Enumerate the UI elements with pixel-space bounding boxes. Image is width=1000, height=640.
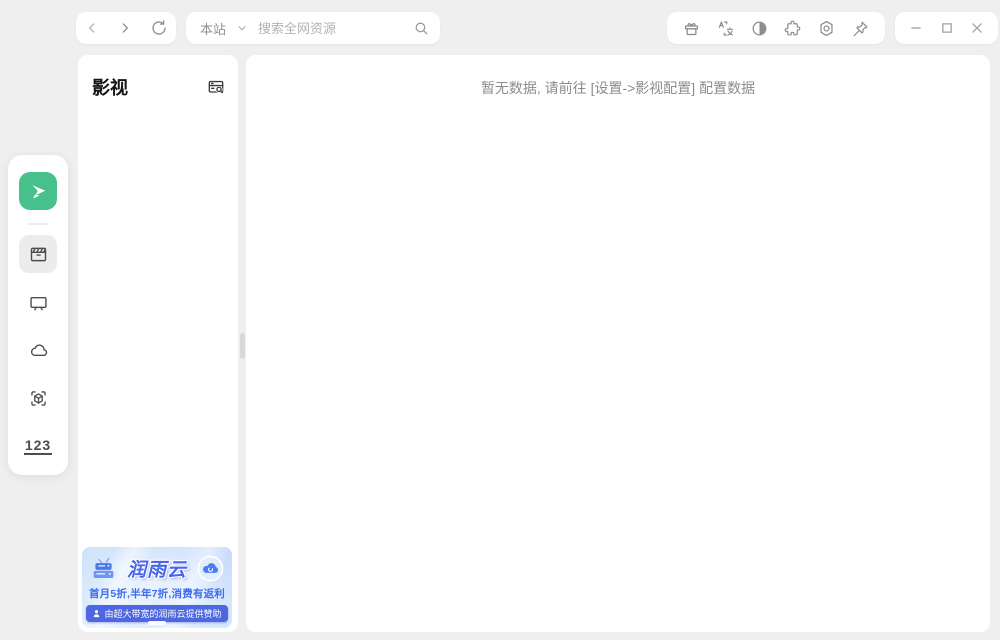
server-illustration-icon <box>90 555 117 582</box>
chevron-right-icon <box>117 20 133 36</box>
nav-button-group <box>76 12 176 44</box>
refresh-icon <box>150 19 168 37</box>
app-logo[interactable] <box>19 172 57 210</box>
close-button[interactable] <box>968 12 986 44</box>
translate-icon <box>716 19 735 38</box>
dock-item-cloud[interactable] <box>19 331 57 369</box>
sponsor-text: 由超大带宽的润雨云提供赞助 <box>104 607 221 620</box>
banner-brand: 润雨云 <box>127 555 187 582</box>
sponsor-icon <box>92 609 101 618</box>
numbers-123-icon: 123 <box>24 438 52 455</box>
dock-divider <box>28 223 48 225</box>
toolbar-actions <box>667 12 885 44</box>
content-panel: 暂无数据, 请前往 [设置->影视配置] 配置数据 <box>246 55 990 632</box>
gift-button[interactable] <box>682 12 701 44</box>
dock-item-scan-3d[interactable] <box>19 379 57 417</box>
cloud-icon <box>28 340 49 361</box>
forward-button[interactable] <box>117 12 133 44</box>
app-dock: 123 <box>8 155 68 475</box>
pin-button[interactable] <box>851 12 870 44</box>
chevron-left-icon <box>84 20 100 36</box>
dock-item-movies[interactable] <box>19 235 57 273</box>
search-icon[interactable] <box>413 12 430 44</box>
maximize-button[interactable] <box>938 12 956 44</box>
gift-icon <box>682 19 701 38</box>
chevron-down-icon[interactable] <box>236 22 248 34</box>
minimize-icon <box>907 19 925 37</box>
banner-sponsor-pill: 由超大带宽的润雨云提供赞助 <box>86 605 227 622</box>
dock-item-tv[interactable] <box>19 283 57 321</box>
movies-panel: 影视 润雨云 首月5折,半年7折,消费有返利 由超大带宽的润雨云提供赞助 <box>78 55 238 632</box>
back-button[interactable] <box>84 12 100 44</box>
banner-carousel-indicator <box>148 621 166 625</box>
window-controls <box>895 12 998 44</box>
panel-scrollbar-thumb[interactable] <box>240 333 245 359</box>
cube-scan-icon <box>28 388 49 409</box>
translate-button[interactable] <box>716 12 735 44</box>
theme-contrast-button[interactable] <box>750 12 769 44</box>
panel-header: 影视 <box>78 55 238 103</box>
puzzle-icon <box>783 19 802 38</box>
dock-item-numbers[interactable]: 123 <box>19 427 57 465</box>
cloud-badge-icon <box>197 555 224 582</box>
tv-icon <box>28 292 49 313</box>
maximize-icon <box>938 19 956 37</box>
close-icon <box>968 19 986 37</box>
promo-banner[interactable]: 润雨云 首月5折,半年7折,消费有返利 由超大带宽的润雨云提供赞助 <box>82 547 232 628</box>
search-bar: 本站 <box>186 12 440 44</box>
refresh-button[interactable] <box>150 12 168 44</box>
panel-title: 影视 <box>92 74 128 100</box>
search-scope-selector[interactable]: 本站 <box>200 19 226 38</box>
contrast-icon <box>750 19 769 38</box>
extensions-button[interactable] <box>783 12 802 44</box>
banner-promo-text: 首月5折,半年7折,消费有返利 <box>82 586 232 601</box>
empty-state-message: 暂无数据, 请前往 [设置->影视配置] 配置数据 <box>246 78 990 98</box>
minimize-button[interactable] <box>907 12 925 44</box>
archive-search-icon[interactable] <box>206 71 226 103</box>
gear-icon <box>817 19 836 38</box>
search-input[interactable] <box>258 21 413 36</box>
pin-icon <box>851 19 870 38</box>
clapperboard-icon <box>28 244 49 265</box>
app-logo-icon <box>26 179 50 203</box>
settings-button[interactable] <box>817 12 836 44</box>
